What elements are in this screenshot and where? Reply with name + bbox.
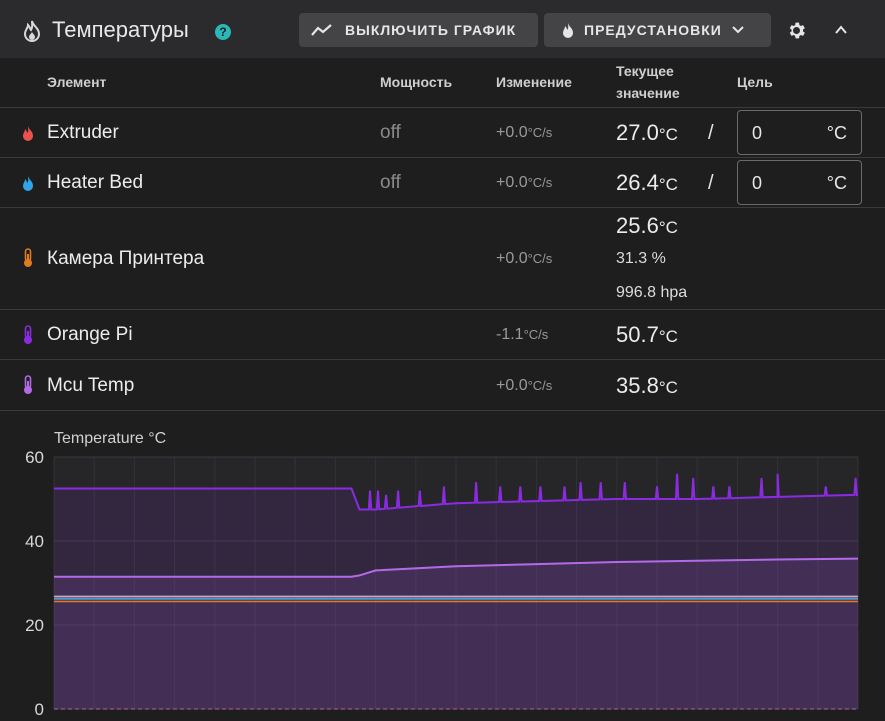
column-change: Изменение: [496, 74, 572, 90]
toggle-chart-label: ВЫКЛЮЧИТЬ ГРАФИК: [345, 22, 517, 38]
table-row-mcu-temp: Mcu Temp +0.0°C/s 35.8°C: [0, 360, 885, 411]
sensor-name: Камера Принтера: [47, 248, 205, 269]
y-tick-label: 60: [25, 448, 44, 467]
chart-title: Temperature °C: [54, 430, 166, 447]
presets-dropdown-button[interactable]: ПРЕДУСТАНОВКИ: [544, 13, 771, 47]
temperature-chart: Temperature °C 0 20 40 60: [0, 411, 885, 721]
target-value[interactable]: 0: [752, 173, 762, 194]
series-area: [54, 558, 858, 709]
y-tick-label: 0: [35, 700, 44, 719]
power-value: off: [380, 122, 401, 143]
pressure-value: 996.8 hpa: [616, 284, 688, 301]
column-element: Элемент: [47, 74, 107, 90]
chart-line-icon: [311, 24, 332, 36]
humidity-value: 31.3 %: [616, 250, 666, 267]
sensor-name: Heater Bed: [47, 172, 144, 193]
current-temperature: 35.8°C: [616, 373, 678, 398]
column-power: Мощность: [380, 74, 453, 90]
change-value: -1.1°C/s: [496, 326, 549, 343]
temperature-chart-svg: Temperature °C 0 20 40 60: [25, 430, 859, 719]
fire-icon: [23, 126, 33, 141]
gear-icon[interactable]: [786, 20, 807, 41]
thermometer-icon: [24, 248, 32, 267]
thermometer-icon: [24, 325, 32, 344]
chevron-down-icon: [732, 26, 744, 34]
change-value: +0.0°C/s: [496, 377, 553, 394]
current-temperature: 50.7°C: [616, 322, 678, 347]
change-value: +0.0°C/s: [496, 250, 553, 267]
column-current-line2: значение: [616, 85, 680, 101]
target-unit: °C: [826, 173, 847, 193]
table-row-extruder: Extruder off +0.0°C/s 27.0°C / 0 °C: [0, 108, 885, 158]
table-row-orange-pi: Orange Pi -1.1°C/s 50.7°C: [0, 310, 885, 360]
sensor-name: Extruder: [47, 122, 119, 143]
change-value: +0.0°C/s: [496, 124, 553, 141]
temperatures-panel-header: Температуры ? ВЫКЛЮЧИТЬ ГРАФИК ПРЕДУСТАН…: [0, 0, 885, 58]
table-header: Элемент Мощность Изменение Текущее значе…: [0, 58, 885, 108]
target-separator: /: [708, 172, 714, 194]
table-row-heater-bed: Heater Bed off +0.0°C/s 26.4°C / 0 °C: [0, 158, 885, 208]
target-unit: °C: [826, 123, 847, 143]
toggle-chart-button[interactable]: ВЫКЛЮЧИТЬ ГРАФИК: [299, 13, 538, 47]
fire-icon: [563, 22, 573, 38]
fire-icon: [23, 176, 33, 191]
power-value: off: [380, 172, 401, 193]
help-icon[interactable]: ?: [215, 24, 231, 40]
table-row-printer-chamber: Камера Принтера +0.0°C/s 25.6°C 31.3 % 9…: [0, 208, 885, 310]
sensor-name: Orange Pi: [47, 324, 133, 345]
target-separator: /: [708, 122, 714, 144]
panel-title: Температуры: [52, 17, 189, 42]
change-value: +0.0°C/s: [496, 174, 553, 191]
extruder-target-input[interactable]: 0 °C: [737, 110, 862, 155]
current-temperature: 27.0°C: [616, 120, 678, 145]
presets-label: ПРЕДУСТАНОВКИ: [584, 22, 722, 38]
y-tick-label: 40: [25, 532, 44, 551]
target-value[interactable]: 0: [752, 123, 762, 144]
sensor-name: Mcu Temp: [47, 375, 135, 396]
y-tick-label: 20: [25, 616, 44, 635]
fire-icon: [23, 20, 41, 42]
current-temperature: 25.6°C: [616, 213, 678, 238]
heater-bed-target-input[interactable]: 0 °C: [737, 160, 862, 205]
column-current-line1: Текущее: [616, 63, 674, 79]
column-target: Цель: [737, 74, 773, 90]
thermometer-icon: [24, 375, 32, 394]
chevron-up-icon[interactable]: [833, 22, 849, 38]
current-temperature: 26.4°C: [616, 170, 678, 195]
